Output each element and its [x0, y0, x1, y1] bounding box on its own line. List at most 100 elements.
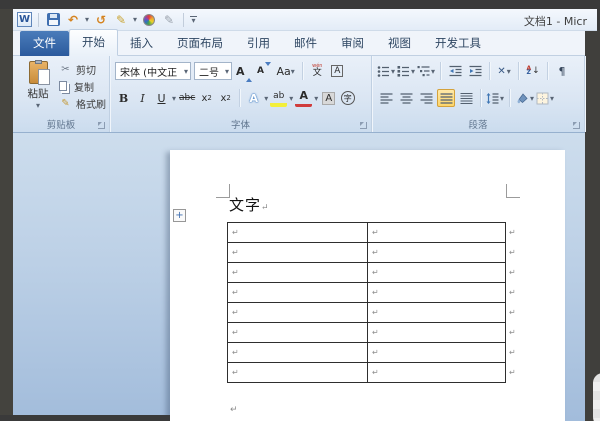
qat-separator [183, 12, 185, 27]
table-cell[interactable]: ↵ [227, 262, 368, 283]
asian-layout-button[interactable]: ✕ ▾ [495, 62, 513, 80]
show-hide-marks-button[interactable]: ¶ [553, 62, 571, 80]
sort-button[interactable]: AZ ↓ [524, 62, 542, 80]
format-painter-button[interactable]: ✎ 格式刷 [59, 96, 106, 111]
undo-dropdown-icon[interactable]: ▾ [85, 15, 89, 24]
undo-button[interactable]: ↶ [65, 12, 81, 28]
font-size-combobox[interactable]: 二号 ▾ [194, 62, 232, 80]
text-effects-dropdown-icon[interactable]: ▾ [264, 94, 268, 103]
tab-home[interactable]: 开始 [69, 29, 118, 56]
grow-font-button[interactable]: A [235, 62, 253, 80]
table-row: ↵ ↵ ↵ [227, 282, 517, 303]
table-cell[interactable]: ↵ [227, 362, 368, 383]
paste-dropdown-icon[interactable]: ▾ [36, 101, 40, 110]
align-right-button[interactable] [417, 89, 435, 107]
clipboard-dialog-launcher-icon[interactable] [98, 122, 105, 129]
decrease-indent-button[interactable] [446, 62, 464, 80]
distribute-button[interactable] [457, 89, 475, 107]
table-cell[interactable]: ↵ [227, 322, 368, 343]
superscript-button[interactable]: x2 [217, 89, 234, 107]
table-move-handle[interactable]: + [173, 209, 186, 222]
word-logo-icon[interactable]: W [17, 12, 32, 27]
subscript-sub: 2 [207, 94, 212, 102]
character-border-button[interactable]: A [329, 62, 346, 80]
ribbon-group-paragraph: ▾ ▾ ▾ ✕ ▾ AZ ↓ ¶ ▾ ▾ ▾ 段落 [372, 56, 585, 132]
cut-button[interactable]: ✂ 剪切 [59, 62, 106, 77]
paste-label: 粘贴 [27, 88, 49, 100]
bullets-button[interactable]: ▾ [377, 62, 395, 80]
font-size-dropdown-icon[interactable]: ▾ [225, 67, 229, 76]
table-cell[interactable]: ↵ [227, 282, 368, 303]
pens-button[interactable]: ✎ [113, 12, 129, 28]
highlight-dropdown-icon[interactable]: ▾ [289, 94, 293, 103]
highlight-button[interactable]: ab [270, 89, 288, 107]
tab-references[interactable]: 引用 [235, 31, 282, 56]
table-cell[interactable]: ↵ [367, 282, 506, 303]
justify-button[interactable] [437, 89, 455, 107]
font-color-button[interactable]: A [295, 89, 313, 107]
table-cell[interactable]: ↵ [227, 302, 368, 323]
increase-indent-button[interactable] [466, 62, 484, 80]
numbering-button[interactable]: ▾ [397, 62, 415, 80]
shading-button[interactable]: ▾ [515, 89, 534, 107]
table-row: ↵ ↵ ↵ [227, 242, 517, 263]
bold-button[interactable]: B [115, 89, 132, 107]
table-cell[interactable]: ↵ [367, 222, 506, 243]
ribbon-tab-row: 文件 开始 插入 页面布局 引用 邮件 审阅 视图 开发工具 [13, 29, 585, 56]
pens-dropdown-icon[interactable]: ▾ [133, 15, 137, 24]
table-cell[interactable]: ↵ [227, 242, 368, 263]
phonetic-guide-button[interactable]: wén 文 [309, 62, 326, 80]
table-cell[interactable]: ↵ [367, 242, 506, 263]
line-spacing-icon [486, 92, 499, 104]
align-center-button[interactable] [397, 89, 415, 107]
document-heading[interactable]: 文字↵ [229, 194, 269, 215]
underline-dropdown-icon[interactable]: ▾ [172, 94, 176, 103]
color-button[interactable] [141, 12, 157, 28]
tab-insert[interactable]: 插入 [118, 31, 165, 56]
table-cell[interactable]: ↵ [227, 342, 368, 363]
table-cell[interactable]: ↵ [367, 362, 506, 383]
font-name-dropdown-icon[interactable]: ▾ [184, 67, 188, 76]
clipboard-small-buttons: ✂ 剪切 复制 ✎ 格式刷 [59, 62, 106, 111]
tab-mailings[interactable]: 邮件 [282, 31, 329, 56]
enclose-characters-button[interactable]: 字 [339, 89, 356, 107]
borders-button[interactable]: ▾ [536, 89, 554, 107]
table-cell[interactable]: ↵ [367, 322, 506, 343]
font-color-dropdown-icon[interactable]: ▾ [314, 94, 318, 103]
document-table[interactable]: ↵ ↵ ↵ ↵ ↵ ↵ ↵ ↵ ↵ ↵ ↵ ↵ ↵ ↵ ↵ ↵ ↵ ↵ ↵ ↵ ↵ ↵ ↵ ↵ [227, 222, 517, 383]
tab-developer[interactable]: 开发工具 [423, 31, 493, 56]
strikethrough-button[interactable]: abc [178, 89, 196, 107]
character-shading-button[interactable]: A [320, 89, 337, 107]
customize-qat-button[interactable]: ▾ [190, 16, 198, 25]
underline-button[interactable]: U [153, 89, 170, 107]
tab-page-layout[interactable]: 页面布局 [165, 31, 235, 56]
table-cell[interactable]: ↵ [367, 262, 506, 283]
paste-button[interactable]: 粘贴 ▾ [21, 60, 55, 117]
tab-review[interactable]: 审阅 [329, 31, 376, 56]
save-button[interactable] [45, 12, 61, 28]
text-effects-button[interactable]: A [245, 89, 262, 107]
change-case-dropdown-icon: ▾ [290, 66, 295, 76]
font-name-combobox[interactable]: 宋体 (中文正 ▾ [115, 62, 191, 80]
paragraph-dialog-launcher-icon[interactable] [573, 122, 580, 129]
document-page[interactable]: 文字↵ + ↵ ↵ ↵ ↵ ↵ ↵ ↵ ↵ ↵ ↵ ↵ ↵ ↵ ↵ ↵ ↵ ↵ ↵ ↵ ↵ ↵ ↵ ↵ ↵ ↵ [170, 150, 600, 421]
redo-button[interactable]: ↺ [93, 12, 109, 28]
subscript-button[interactable]: x2 [198, 89, 215, 107]
screenshot-right-edge [585, 30, 600, 421]
multilevel-list-button[interactable]: ▾ [417, 62, 435, 80]
line-spacing-button[interactable]: ▾ [486, 89, 504, 107]
draw-disabled-button[interactable]: ✎ [161, 12, 177, 28]
table-cell[interactable]: ↵ [367, 342, 506, 363]
change-case-button[interactable]: Aa ▾ [276, 62, 296, 80]
tab-view[interactable]: 视图 [376, 31, 423, 56]
table-cell[interactable]: ↵ [367, 302, 506, 323]
copy-button[interactable]: 复制 [59, 79, 106, 94]
multilevel-list-icon [417, 65, 430, 76]
italic-button[interactable]: I [134, 89, 151, 107]
table-cell[interactable]: ↵ [227, 222, 368, 243]
shrink-font-button[interactable]: A [256, 62, 273, 80]
font-dialog-launcher-icon[interactable] [360, 122, 367, 129]
align-left-button[interactable] [377, 89, 395, 107]
paragraph-row-1: ▾ ▾ ▾ ✕ ▾ AZ ↓ ¶ [377, 62, 571, 80]
tab-file[interactable]: 文件 [20, 31, 69, 56]
